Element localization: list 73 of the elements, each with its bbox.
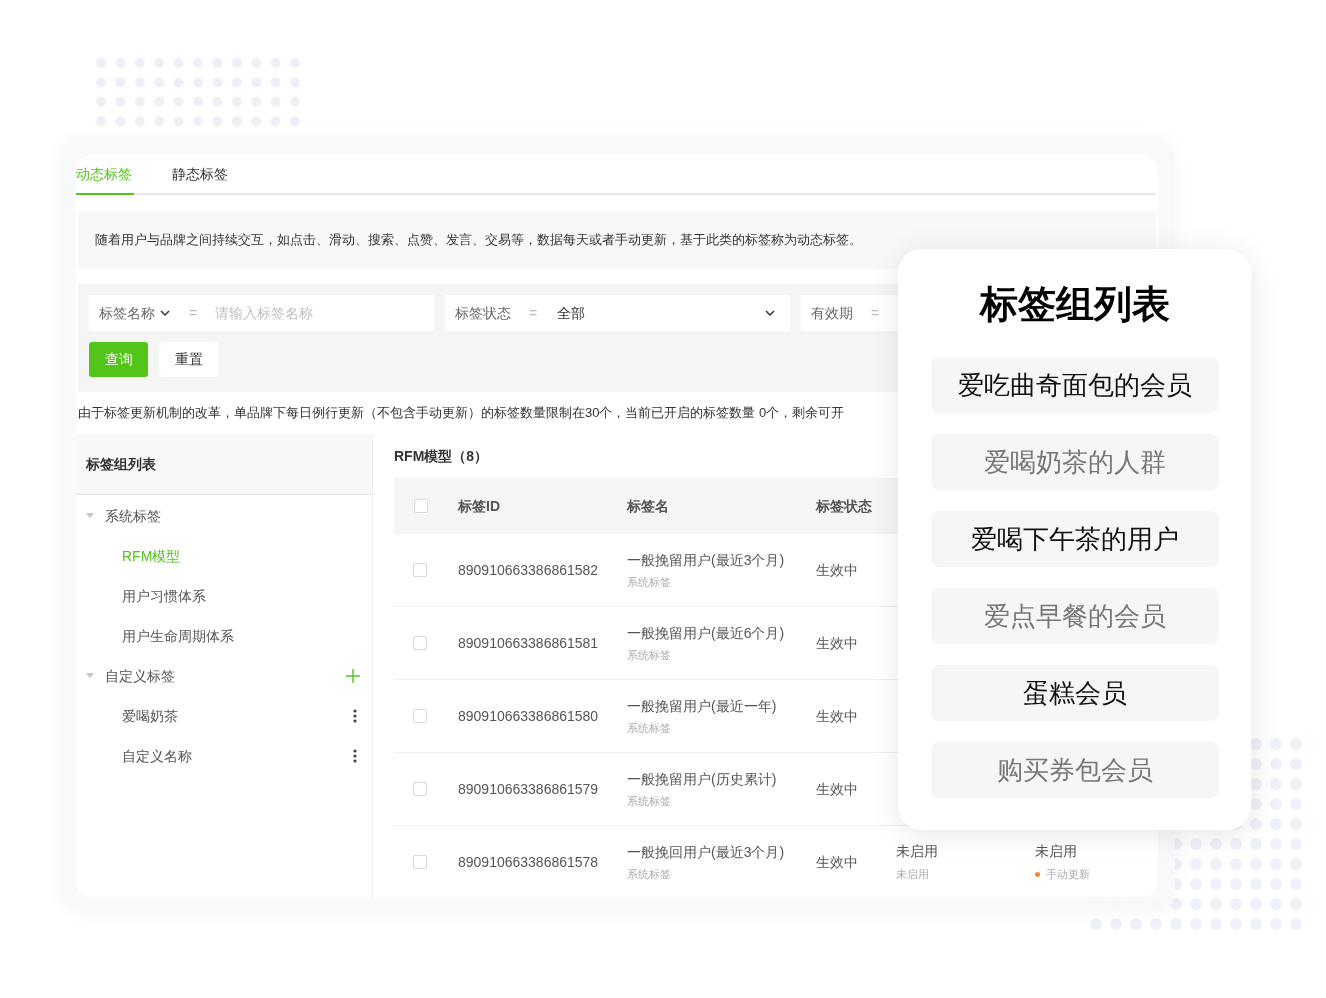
column-header: 标签ID — [458, 498, 500, 514]
checkbox[interactable] — [412, 563, 427, 577]
more-icon[interactable] — [353, 749, 357, 763]
note-text: 手动更新 — [1046, 867, 1090, 883]
table-cell: 890910663386861581 — [458, 635, 599, 651]
table-cell: 890910663386861579 — [458, 781, 599, 797]
sidebar-title: 标签组列表 — [86, 454, 156, 474]
table-cell: 890910663386861580 — [458, 708, 599, 724]
notice-text: 由于标签更新机制的改革，单品牌下每日例行更新（不包含手动更新）的标签数量限制在30个，当前已开启的标签数量 0个，剩余可开 — [78, 404, 845, 423]
tag-group-item[interactable]: 爱喝下午茶的用户 — [930, 511, 1219, 567]
tag-group-item[interactable]: 蛋糕会员 — [930, 665, 1219, 721]
source-text: 系统标签 — [627, 720, 672, 736]
operator-text: = — [189, 303, 198, 323]
item-label: RFM模型 — [122, 546, 182, 566]
placeholder-text: 请输入标签名称 — [215, 303, 314, 323]
table-cell: 生效中 — [816, 562, 858, 578]
checkbox[interactable] — [412, 709, 427, 723]
description-text: 随着用户与品牌之间持续交互，如点击、滑动、搜索、点赞、发言、交易等，数据每天或者手动更新，基于此类的标签称为动态标签。 — [95, 231, 862, 250]
checkbox[interactable] — [412, 782, 427, 796]
plus-icon[interactable] — [346, 669, 360, 683]
table-cell-text: 一般挽留用户(最近一年) — [627, 696, 778, 716]
table-cell-text: 一般挽留用户(历史累计) — [627, 769, 778, 789]
tag-group-item[interactable]: 爱吃曲奇面包的会员 — [930, 357, 1219, 413]
checkbox[interactable] — [412, 636, 427, 650]
table-cell-text: 未启用 — [896, 842, 939, 862]
table-cell: 生效中 — [816, 781, 858, 797]
table-cell: 890910663386861582 — [458, 562, 599, 578]
tag-group-item[interactable]: 购买券包会员 — [930, 742, 1219, 798]
column-header: 标签名 — [627, 498, 669, 514]
table-cell: 890910663386861578 — [458, 854, 599, 870]
table-title: RFM模型（8） — [394, 446, 489, 466]
operator-text: = — [529, 303, 538, 323]
table-cell-text: 一般挽留用户(最近6个月) — [627, 623, 786, 643]
table-cell-text: 一般挽回用户(最近3个月) — [627, 842, 786, 862]
column-header: 标签状态 — [816, 498, 872, 514]
reset-button[interactable]: 重置 — [159, 342, 218, 377]
more-icon[interactable] — [353, 709, 357, 723]
table-cell-text: 一般挽留用户(最近3个月) — [627, 550, 786, 570]
table-cell: 生效中 — [816, 854, 858, 870]
tree-item[interactable]: 爱喝奶茶 — [76, 696, 372, 736]
tree-item[interactable]: 用户生命周期体系 — [76, 616, 372, 656]
item-label: 用户习惯体系 — [122, 586, 207, 606]
note-text: 未启用 — [896, 867, 929, 883]
chevron-down-icon — [764, 307, 776, 319]
item-label: 爱喝奶茶 — [122, 706, 179, 726]
tab[interactable]: 静态标签 — [170, 155, 230, 193]
item-label: 自定义名称 — [122, 746, 193, 766]
tree-item[interactable]: 用户习惯体系 — [76, 576, 372, 616]
filter-label: 标签名称 — [99, 303, 155, 323]
group-label: 自定义标签 — [105, 666, 176, 686]
filter-label: 有效期 — [811, 303, 853, 323]
operator-text: = — [871, 303, 880, 323]
tree-group[interactable]: 自定义标签 — [76, 656, 372, 696]
item-label: 用户生命周期体系 — [122, 626, 235, 646]
source-text: 系统标签 — [627, 574, 672, 590]
table-cell: 生效中 — [816, 708, 858, 724]
source-text: 系统标签 — [627, 647, 672, 663]
filter-field[interactable]: 标签状态 = 全部 — [445, 295, 790, 331]
popup-title: 标签组列表 — [979, 282, 1170, 327]
tag-group-item[interactable]: 爱喝奶茶的人群 — [930, 434, 1219, 490]
checkbox[interactable] — [412, 855, 427, 869]
tree-item[interactable]: 自定义名称 — [76, 736, 372, 776]
group-label: 系统标签 — [105, 506, 162, 526]
table-cell: 生效中 — [816, 635, 858, 651]
select-value: 全部 — [557, 303, 587, 323]
source-text: 系统标签 — [627, 866, 672, 882]
filter-field[interactable]: 标签名称 = 请输入标签名称 — [89, 295, 434, 331]
tag-group-item[interactable]: 爱点早餐的会员 — [930, 588, 1219, 644]
table-cell-text: 未启用 — [1035, 842, 1078, 862]
source-text: 系统标签 — [627, 793, 672, 809]
filter-label: 标签状态 — [455, 303, 511, 323]
tree-group[interactable]: 系统标签 — [76, 496, 372, 536]
checkbox[interactable] — [414, 499, 428, 513]
